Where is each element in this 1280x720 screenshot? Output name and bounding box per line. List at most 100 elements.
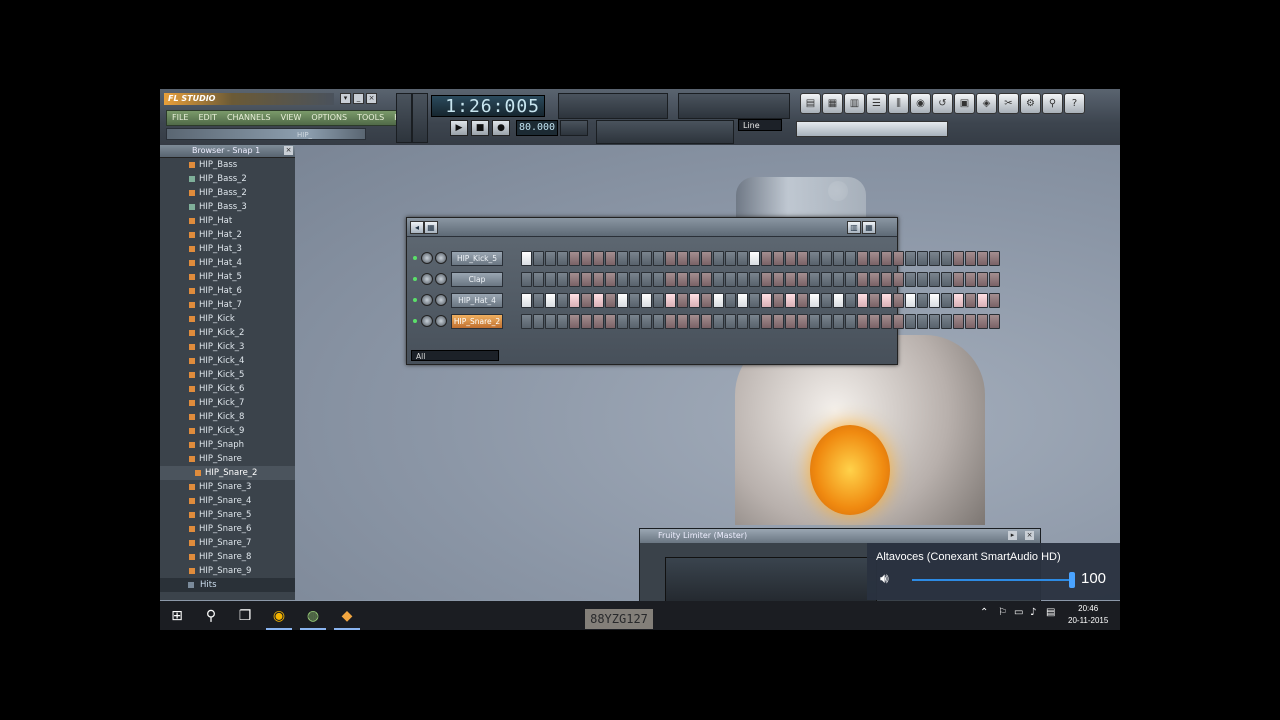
menu-edit[interactable]: EDIT bbox=[193, 111, 221, 125]
network-icon[interactable]: ⚐ bbox=[998, 607, 1007, 618]
step-button[interactable] bbox=[725, 314, 736, 329]
step-button[interactable] bbox=[665, 272, 676, 287]
step-button[interactable] bbox=[533, 251, 544, 266]
step-button[interactable] bbox=[677, 314, 688, 329]
step-button[interactable] bbox=[845, 251, 856, 266]
step-button[interactable] bbox=[941, 272, 952, 287]
step-button[interactable] bbox=[941, 251, 952, 266]
step-button[interactable] bbox=[809, 314, 820, 329]
browser-item[interactable]: HIP_Kick_7 bbox=[160, 396, 295, 410]
recording-toggles[interactable] bbox=[596, 120, 734, 144]
step-button[interactable] bbox=[581, 251, 592, 266]
step-button[interactable] bbox=[833, 293, 844, 308]
step-button[interactable] bbox=[557, 272, 568, 287]
step-button[interactable] bbox=[797, 293, 808, 308]
step-button[interactable] bbox=[989, 314, 1000, 329]
fl-studio-icon[interactable]: ◆ bbox=[336, 605, 358, 627]
step-button[interactable] bbox=[689, 272, 700, 287]
step-button[interactable] bbox=[665, 251, 676, 266]
step-button[interactable] bbox=[809, 293, 820, 308]
step-button[interactable] bbox=[701, 272, 712, 287]
system-clock[interactable]: 20:46 20-11-2015 bbox=[1068, 603, 1108, 627]
step-button[interactable] bbox=[617, 293, 628, 308]
limiter-graph[interactable] bbox=[665, 557, 877, 603]
tempo-display[interactable]: 80.000 bbox=[516, 120, 558, 136]
volume-slider-track[interactable] bbox=[912, 579, 1072, 581]
step-button[interactable] bbox=[641, 251, 652, 266]
step-button[interactable] bbox=[581, 272, 592, 287]
browser-item[interactable]: HIP_Snare bbox=[160, 452, 295, 466]
step-button[interactable] bbox=[629, 251, 640, 266]
step-button[interactable] bbox=[557, 251, 568, 266]
menu-options[interactable]: OPTIONS bbox=[306, 111, 352, 125]
step-button[interactable] bbox=[521, 314, 532, 329]
browser-item[interactable]: HIP_Hat_4 bbox=[160, 256, 295, 270]
step-button[interactable] bbox=[857, 293, 868, 308]
channel-mute-led[interactable] bbox=[413, 319, 417, 323]
browser-item[interactable]: HIP_Kick_9 bbox=[160, 424, 295, 438]
step-button[interactable] bbox=[833, 272, 844, 287]
menu-icon[interactable]: ◂ bbox=[410, 221, 424, 234]
step-button[interactable] bbox=[641, 293, 652, 308]
step-button[interactable] bbox=[833, 251, 844, 266]
step-button[interactable] bbox=[905, 251, 916, 266]
step-button[interactable] bbox=[929, 314, 940, 329]
browser-item[interactable]: HIP_Kick bbox=[160, 312, 295, 326]
step-button[interactable] bbox=[917, 293, 928, 308]
step-button[interactable] bbox=[881, 272, 892, 287]
step-button[interactable] bbox=[557, 293, 568, 308]
channel-pan-knob[interactable] bbox=[421, 252, 433, 264]
step-button[interactable] bbox=[545, 251, 556, 266]
step-button[interactable] bbox=[809, 272, 820, 287]
step-button[interactable] bbox=[905, 272, 916, 287]
step-button[interactable] bbox=[917, 314, 928, 329]
step-button[interactable] bbox=[989, 251, 1000, 266]
step-button[interactable] bbox=[737, 251, 748, 266]
step-button[interactable] bbox=[605, 272, 616, 287]
step-button[interactable] bbox=[965, 251, 976, 266]
channel-filter-select[interactable]: All bbox=[411, 350, 499, 361]
step-button[interactable] bbox=[605, 251, 616, 266]
online-news-bar[interactable] bbox=[796, 121, 948, 137]
step-button[interactable] bbox=[581, 314, 592, 329]
step-button[interactable] bbox=[773, 314, 784, 329]
browser-icon[interactable]: ☰ bbox=[866, 93, 887, 114]
step-button[interactable] bbox=[893, 293, 904, 308]
step-button[interactable] bbox=[689, 314, 700, 329]
step-button[interactable] bbox=[677, 251, 688, 266]
step-button[interactable] bbox=[689, 293, 700, 308]
browser-item[interactable]: HIP_Bass bbox=[160, 158, 295, 172]
step-button[interactable] bbox=[617, 251, 628, 266]
stop-button[interactable]: ■ bbox=[471, 120, 489, 136]
minimize-icon[interactable]: _ bbox=[353, 93, 364, 104]
play-button[interactable]: ▶ bbox=[450, 120, 468, 136]
step-button[interactable] bbox=[785, 272, 796, 287]
channel-pan-knob[interactable] bbox=[421, 273, 433, 285]
browser-item[interactable]: HIP_Kick_3 bbox=[160, 340, 295, 354]
step-button[interactable] bbox=[701, 251, 712, 266]
channel-pan-knob[interactable] bbox=[421, 315, 433, 327]
step-button[interactable] bbox=[893, 272, 904, 287]
step-button[interactable] bbox=[701, 314, 712, 329]
step-button[interactable] bbox=[689, 251, 700, 266]
step-button[interactable] bbox=[833, 314, 844, 329]
step-button[interactable] bbox=[821, 251, 832, 266]
step-button[interactable] bbox=[893, 251, 904, 266]
step-button[interactable] bbox=[881, 251, 892, 266]
menu-channels[interactable]: CHANNELS bbox=[222, 111, 276, 125]
step-button[interactable] bbox=[557, 314, 568, 329]
step-button[interactable] bbox=[761, 272, 772, 287]
step-button[interactable] bbox=[665, 314, 676, 329]
step-button[interactable] bbox=[821, 293, 832, 308]
step-button[interactable] bbox=[953, 314, 964, 329]
link-icon[interactable]: ⚲ bbox=[1042, 93, 1063, 114]
step-button[interactable] bbox=[593, 293, 604, 308]
browser-item[interactable]: HIP_Kick_2 bbox=[160, 326, 295, 340]
channel-mute-led[interactable] bbox=[413, 298, 417, 302]
step-button[interactable] bbox=[881, 314, 892, 329]
step-button[interactable] bbox=[857, 272, 868, 287]
step-button[interactable] bbox=[809, 251, 820, 266]
step-button[interactable] bbox=[569, 251, 580, 266]
step-button[interactable] bbox=[845, 293, 856, 308]
step-button[interactable] bbox=[725, 251, 736, 266]
